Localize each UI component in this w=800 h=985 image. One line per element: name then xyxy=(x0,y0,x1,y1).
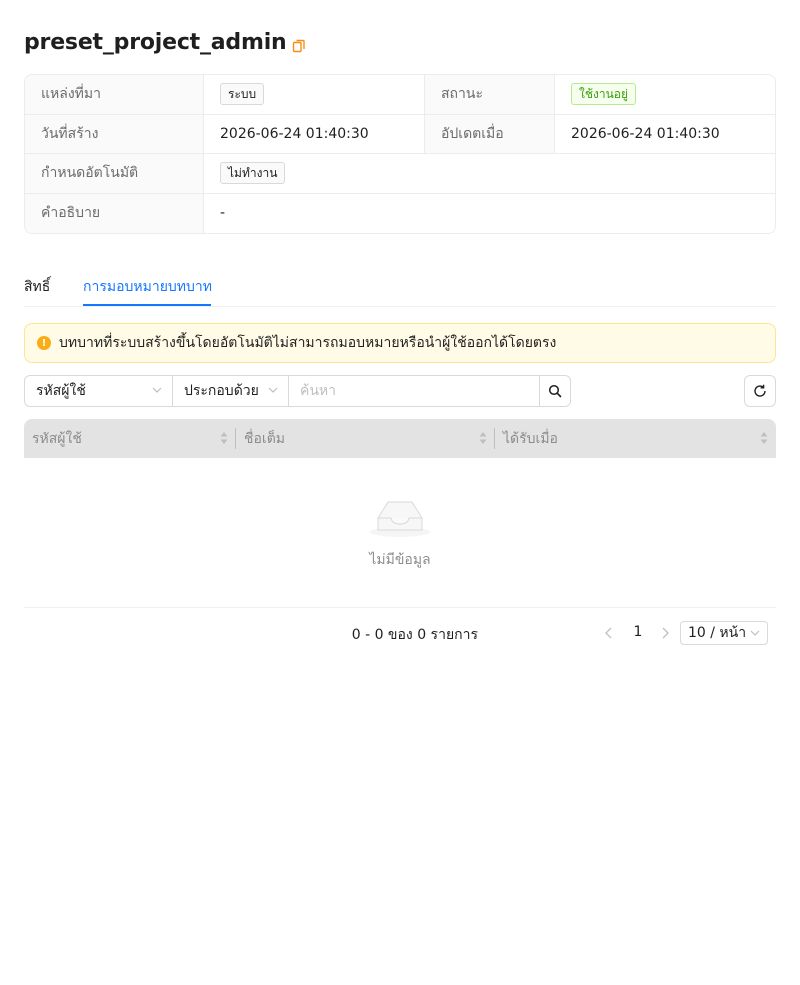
column-user-id[interactable]: รหัสผู้ใช้ xyxy=(24,419,236,458)
page-number[interactable]: 1 xyxy=(630,624,646,640)
column-received-at-label: ได้รับเมื่อ xyxy=(503,430,558,447)
chevron-down-icon xyxy=(152,387,162,393)
reload-icon xyxy=(754,384,766,397)
empty-text: ไม่มีข้อมูล xyxy=(369,552,431,568)
source-tag: ระบบ xyxy=(220,83,265,106)
auto-value: ไม่ทำงาน xyxy=(204,154,775,193)
field-select[interactable]: รหัสผู้ใช้ xyxy=(24,375,173,407)
alert-text: บทบาทที่ระบบสร้างขึ้นโดยอัตโนมัติไม่สามา… xyxy=(59,335,557,351)
page-title: preset_project_admin xyxy=(24,30,287,55)
created-label: วันที่สร้าง xyxy=(25,114,204,153)
page-size-select[interactable]: 10 / หน้า xyxy=(680,621,768,645)
field-select-value: รหัสผู้ใช้ xyxy=(36,383,86,399)
chevron-down-icon xyxy=(750,630,760,636)
search-icon xyxy=(548,384,562,398)
column-full-name[interactable]: ชื่อเต็ม xyxy=(236,419,495,458)
empty-inbox-icon xyxy=(370,501,430,537)
pagination: 0 - 0 ของ 0 รายการ 1 10 / หน้า xyxy=(0,621,800,645)
details-table: แหล่งที่มา ระบบ สถานะ ใช้งานอยู่ วันที่ส… xyxy=(24,74,776,234)
sort-icon xyxy=(220,432,228,444)
tab-role-assignment[interactable]: การมอบหมายบทบาท xyxy=(83,276,212,298)
description-value: - xyxy=(220,205,226,222)
sort-icon xyxy=(479,432,487,444)
source-value: ระบบ xyxy=(204,75,425,114)
status-label: สถานะ xyxy=(425,75,555,114)
pagination-total: 0 - 0 ของ 0 รายการ xyxy=(351,627,478,643)
table-header: รหัสผู้ใช้ ชื่อเต็ม ได้รับเมื่อ xyxy=(24,419,776,458)
search-button[interactable] xyxy=(539,375,571,407)
reload-button[interactable] xyxy=(744,375,776,407)
details-row-source: แหล่งที่มา ระบบ สถานะ ใช้งานอยู่ xyxy=(25,75,775,115)
chevron-left-icon[interactable] xyxy=(602,626,616,640)
details-row-auto: กำหนดอัตโนมัติ ไม่ทำงาน xyxy=(25,154,775,194)
details-row-description: คำอธิบาย - xyxy=(25,193,775,233)
title-row: preset_project_admin xyxy=(24,30,306,55)
warning-alert: ! บทบาทที่ระบบสร้างขึ้นโดยอัตโนมัติไม่สา… xyxy=(24,323,776,363)
column-user-id-label: รหัสผู้ใช้ xyxy=(32,430,82,447)
auto-label: กำหนดอัตโนมัติ xyxy=(25,154,204,193)
filter-bar: รหัสผู้ใช้ ประกอบด้วย xyxy=(24,375,571,407)
tab-active-indicator xyxy=(83,304,211,306)
status-value: ใช้งานอยู่ xyxy=(555,75,775,114)
chevron-right-icon[interactable] xyxy=(658,626,672,640)
operator-select-value: ประกอบด้วย xyxy=(184,383,259,399)
status-badge: ใช้งานอยู่ xyxy=(571,83,637,106)
table-empty-state: ไม่มีข้อมูล xyxy=(24,458,776,608)
source-label: แหล่งที่มา xyxy=(25,75,204,114)
column-received-at[interactable]: ได้รับเมื่อ xyxy=(495,419,776,458)
updated-value: 2026-06-24 01:40:30 xyxy=(571,125,720,142)
chevron-down-icon xyxy=(268,387,278,393)
exclamation-icon: ! xyxy=(37,336,51,350)
search-input[interactable] xyxy=(288,375,540,407)
created-value: 2026-06-24 01:40:30 xyxy=(204,114,425,153)
details-row-dates: วันที่สร้าง 2026-06-24 01:40:30 อัปเดตเม… xyxy=(25,114,775,154)
auto-tag: ไม่ทำงาน xyxy=(220,162,286,185)
column-full-name-label: ชื่อเต็ม xyxy=(244,430,286,447)
page-size-value: 10 / หน้า xyxy=(688,625,747,641)
tab-permissions[interactable]: สิทธิ์ xyxy=(24,276,50,298)
tab-bar: สิทธิ์ การมอบหมายบทบาท xyxy=(24,266,776,307)
updated-label: อัปเดตเมื่อ xyxy=(425,114,555,153)
operator-select[interactable]: ประกอบด้วย xyxy=(172,375,289,407)
description-label: คำอธิบาย xyxy=(25,193,204,233)
sort-icon xyxy=(760,432,768,444)
copy-icon[interactable] xyxy=(292,39,306,53)
